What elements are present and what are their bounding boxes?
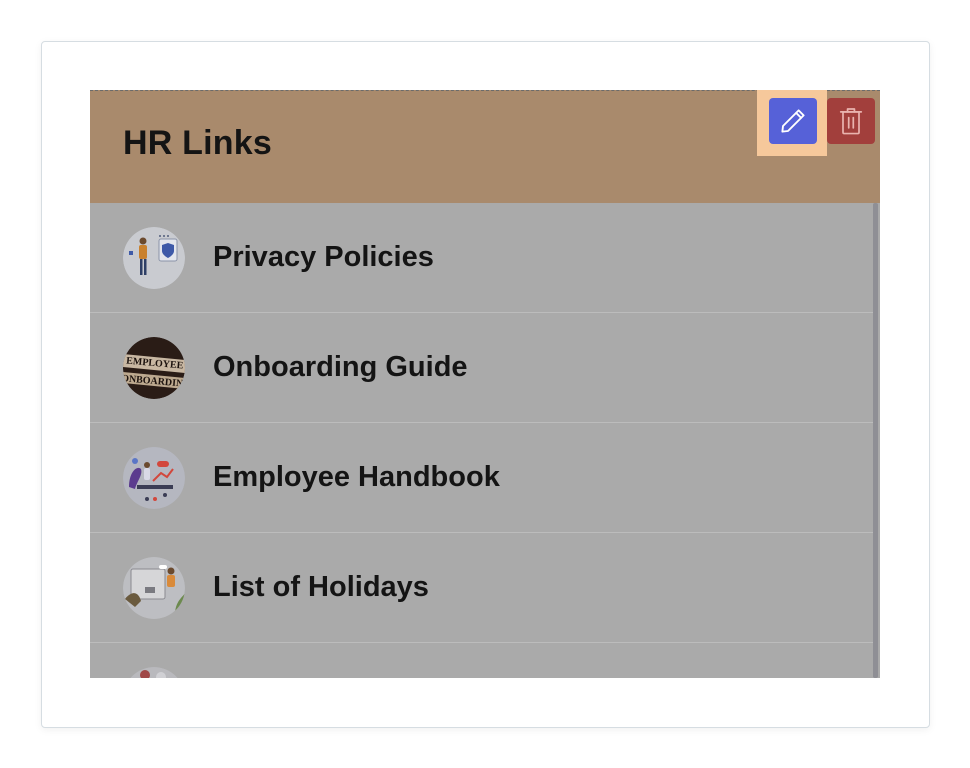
scrollbar[interactable] (873, 203, 880, 678)
edit-button[interactable] (769, 98, 817, 144)
scrollbar-thumb[interactable] (873, 203, 878, 678)
list-item-label: List of Holidays (213, 571, 429, 603)
handbook-thumbnail (123, 447, 185, 509)
list-item-onboarding-guide[interactable]: EMPLOYEE ONBOARDING Onboarding Guide (90, 313, 873, 423)
holidays-thumbnail (123, 557, 185, 619)
trash-icon (839, 108, 863, 135)
list-item-label: Privacy Policies (213, 241, 434, 273)
pencil-icon (781, 109, 805, 133)
partial-thumbnail (123, 667, 185, 678)
onboarding-thumbnail: EMPLOYEE ONBOARDING (123, 337, 185, 399)
widget-title: HR Links (123, 124, 272, 162)
links-list: Privacy Policies EMPLOYEE ONBOARDING Onb… (90, 203, 873, 678)
privacy-thumbnail (123, 227, 185, 289)
list-item-label: Onboarding Guide (213, 351, 468, 383)
list-item-list-of-holidays[interactable]: List of Holidays (90, 533, 873, 643)
list-item-privacy-policies[interactable]: Privacy Policies (90, 203, 873, 313)
delete-button[interactable] (827, 98, 875, 144)
hr-links-widget: HR Links Privacy Policies EMPLOYEE ONBOA… (90, 90, 880, 678)
list-item-employee-handbook[interactable]: Employee Handbook (90, 423, 873, 533)
list-item-partial[interactable] (90, 643, 873, 678)
list-item-label: Employee Handbook (213, 461, 500, 493)
